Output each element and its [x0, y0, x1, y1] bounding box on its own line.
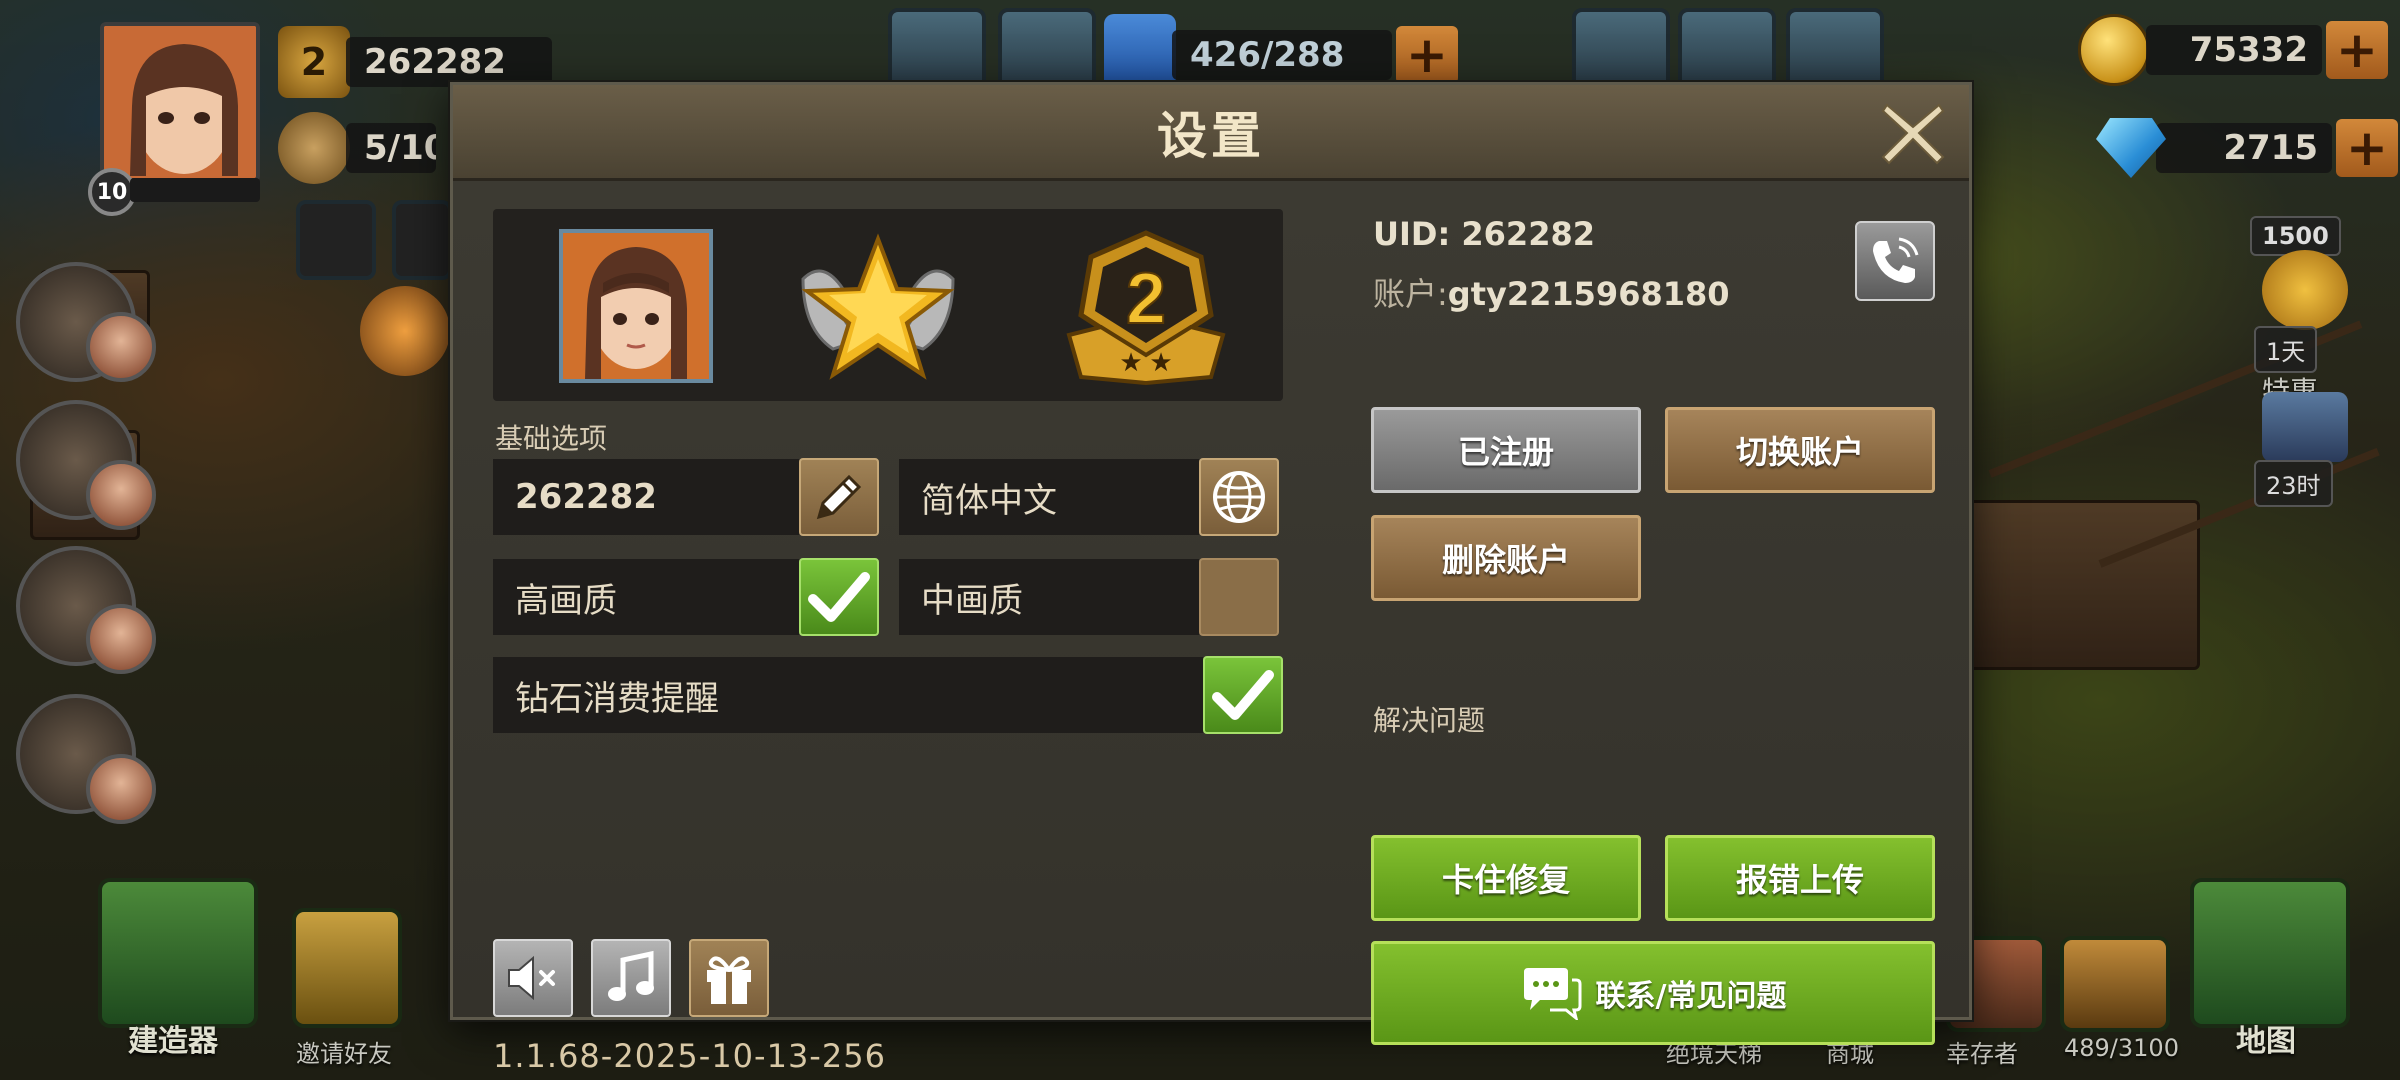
- speaker-muted-icon: [508, 955, 555, 1001]
- gold-coin-icon: [2078, 14, 2150, 86]
- map-button[interactable]: [2190, 878, 2350, 1028]
- map-label: 地图: [2236, 1024, 2296, 1059]
- survivor-count-button[interactable]: [2060, 936, 2170, 1032]
- settings-dialog: 设置 2 ★ ★ 基础选项 262282 简体中文 高画质 中画质 钻石消费提醒…: [450, 82, 1972, 1075]
- pencil-icon: [816, 474, 862, 520]
- player-level-badge: 10: [88, 168, 136, 216]
- checkmark-icon: [1212, 670, 1274, 720]
- profile-badges-panel: 2 ★ ★: [493, 209, 1283, 401]
- level-medal-number: 2: [1126, 259, 1166, 339]
- customer-service-button[interactable]: [1855, 221, 1935, 301]
- music-note-icon: [608, 950, 654, 1001]
- worker-count: 5/100: [346, 123, 436, 173]
- side-avatar-1[interactable]: [86, 312, 156, 382]
- language-button[interactable]: [1199, 458, 1279, 536]
- uid-value: 262282: [1461, 215, 1595, 253]
- contact-faq-label: 联系/常见问题: [1595, 979, 1787, 1014]
- add-gold-button[interactable]: +: [2326, 21, 2388, 79]
- tree-icon[interactable]: [296, 200, 376, 280]
- registered-button[interactable]: 已注册: [1371, 407, 1641, 493]
- settings-header: 设置: [453, 85, 1969, 181]
- fence: [2098, 447, 2380, 568]
- add-energy-button[interactable]: +: [1396, 26, 1458, 84]
- radio-icon[interactable]: [360, 286, 450, 376]
- survivors-label: 幸存者: [1946, 1040, 2018, 1068]
- svg-text:★: ★: [1149, 348, 1172, 378]
- builder-label: 建造器: [128, 1024, 218, 1059]
- invite-friends-button[interactable]: [292, 908, 402, 1028]
- settings-title: 设置: [1157, 106, 1265, 165]
- offer-timer: 23时: [2254, 460, 2333, 507]
- player-name-field[interactable]: 262282: [493, 459, 799, 535]
- switch-account-button[interactable]: 切换账户: [1665, 407, 1935, 493]
- add-gem-button[interactable]: +: [2336, 119, 2398, 177]
- close-icon: [1881, 103, 1945, 165]
- gem-resource: 2715 +: [2096, 118, 2398, 178]
- medium-quality-field: 中画质: [899, 559, 1199, 635]
- close-button[interactable]: [1877, 97, 1949, 169]
- contact-faq-button[interactable]: 联系/常见问题: [1371, 941, 1935, 1045]
- piggy-timer: 1天: [2254, 326, 2318, 373]
- account-value: gty2215968180: [1447, 275, 1730, 313]
- worker-resource: 5/100: [278, 112, 436, 184]
- account-line: 账户:gty2215968180: [1373, 269, 1730, 315]
- diamond-reminder-checkbox[interactable]: [1203, 656, 1283, 734]
- medium-quality-checkbox[interactable]: [1199, 558, 1279, 636]
- svg-text:★: ★: [1119, 348, 1142, 378]
- gold-value: 75332: [2146, 25, 2322, 75]
- settings-body: 2 ★ ★ 基础选项 262282 简体中文 高画质 中画质 钻石消费提醒 1.…: [453, 181, 1969, 1075]
- version-text: 1.1.68-2025-10-13-256: [493, 1037, 886, 1075]
- power-value: 262282: [346, 37, 552, 87]
- profile-avatar[interactable]: [559, 229, 713, 383]
- workers-icon: [278, 112, 350, 184]
- edit-name-button[interactable]: [799, 458, 879, 536]
- side-avatar-2[interactable]: [86, 460, 156, 530]
- uid-line: UID: 262282: [1373, 215, 1595, 253]
- music-toggle-button[interactable]: [591, 939, 671, 1017]
- phone-icon: [1873, 237, 1919, 283]
- side-avatar-3[interactable]: [86, 604, 156, 674]
- invite-friends-label: 邀请好友: [296, 1040, 392, 1068]
- xp-bar: [130, 178, 260, 202]
- delete-account-button[interactable]: 删除账户: [1371, 515, 1641, 601]
- uid-label: UID:: [1373, 215, 1451, 253]
- gold-resource: 75332 +: [2078, 14, 2388, 86]
- high-quality-checkbox[interactable]: [799, 558, 879, 636]
- survivor-count: 489/3100: [2064, 1034, 2179, 1062]
- account-label: 账户:: [1373, 275, 1448, 313]
- sound-toggle-button[interactable]: [493, 939, 573, 1017]
- globe-icon: [1213, 471, 1265, 523]
- language-field[interactable]: 简体中文: [899, 459, 1199, 535]
- troubleshoot-label: 解决问题: [1373, 704, 1486, 737]
- offer-robot-icon[interactable]: [2262, 392, 2348, 462]
- rank-star-medal-icon[interactable]: [793, 229, 963, 385]
- gift-icon: [707, 956, 751, 1004]
- diamond-reminder-field: 钻石消费提醒: [493, 657, 1203, 733]
- building: [1960, 500, 2200, 670]
- high-quality-field: 高画质: [493, 559, 799, 635]
- chat-bubble-icon: [1523, 968, 1582, 1020]
- rank-badge-icon: 2: [278, 26, 350, 98]
- energy-value: 426/288: [1172, 30, 1392, 80]
- gem-value: 2715: [2156, 123, 2332, 173]
- checkmark-icon: [808, 572, 870, 622]
- piggy-bank-icon[interactable]: [2262, 250, 2348, 330]
- side-avatar-4[interactable]: [86, 754, 156, 824]
- basic-options-label: 基础选项: [495, 422, 608, 455]
- mail-icon[interactable]: [392, 200, 452, 280]
- player-avatar[interactable]: [100, 22, 260, 182]
- builder-button[interactable]: [98, 878, 258, 1028]
- gift-code-button[interactable]: [689, 939, 769, 1017]
- level-medal-icon[interactable]: 2 ★ ★: [1061, 227, 1231, 387]
- report-bug-button[interactable]: 报错上传: [1665, 835, 1935, 921]
- stuck-fix-button[interactable]: 卡住修复: [1371, 835, 1641, 921]
